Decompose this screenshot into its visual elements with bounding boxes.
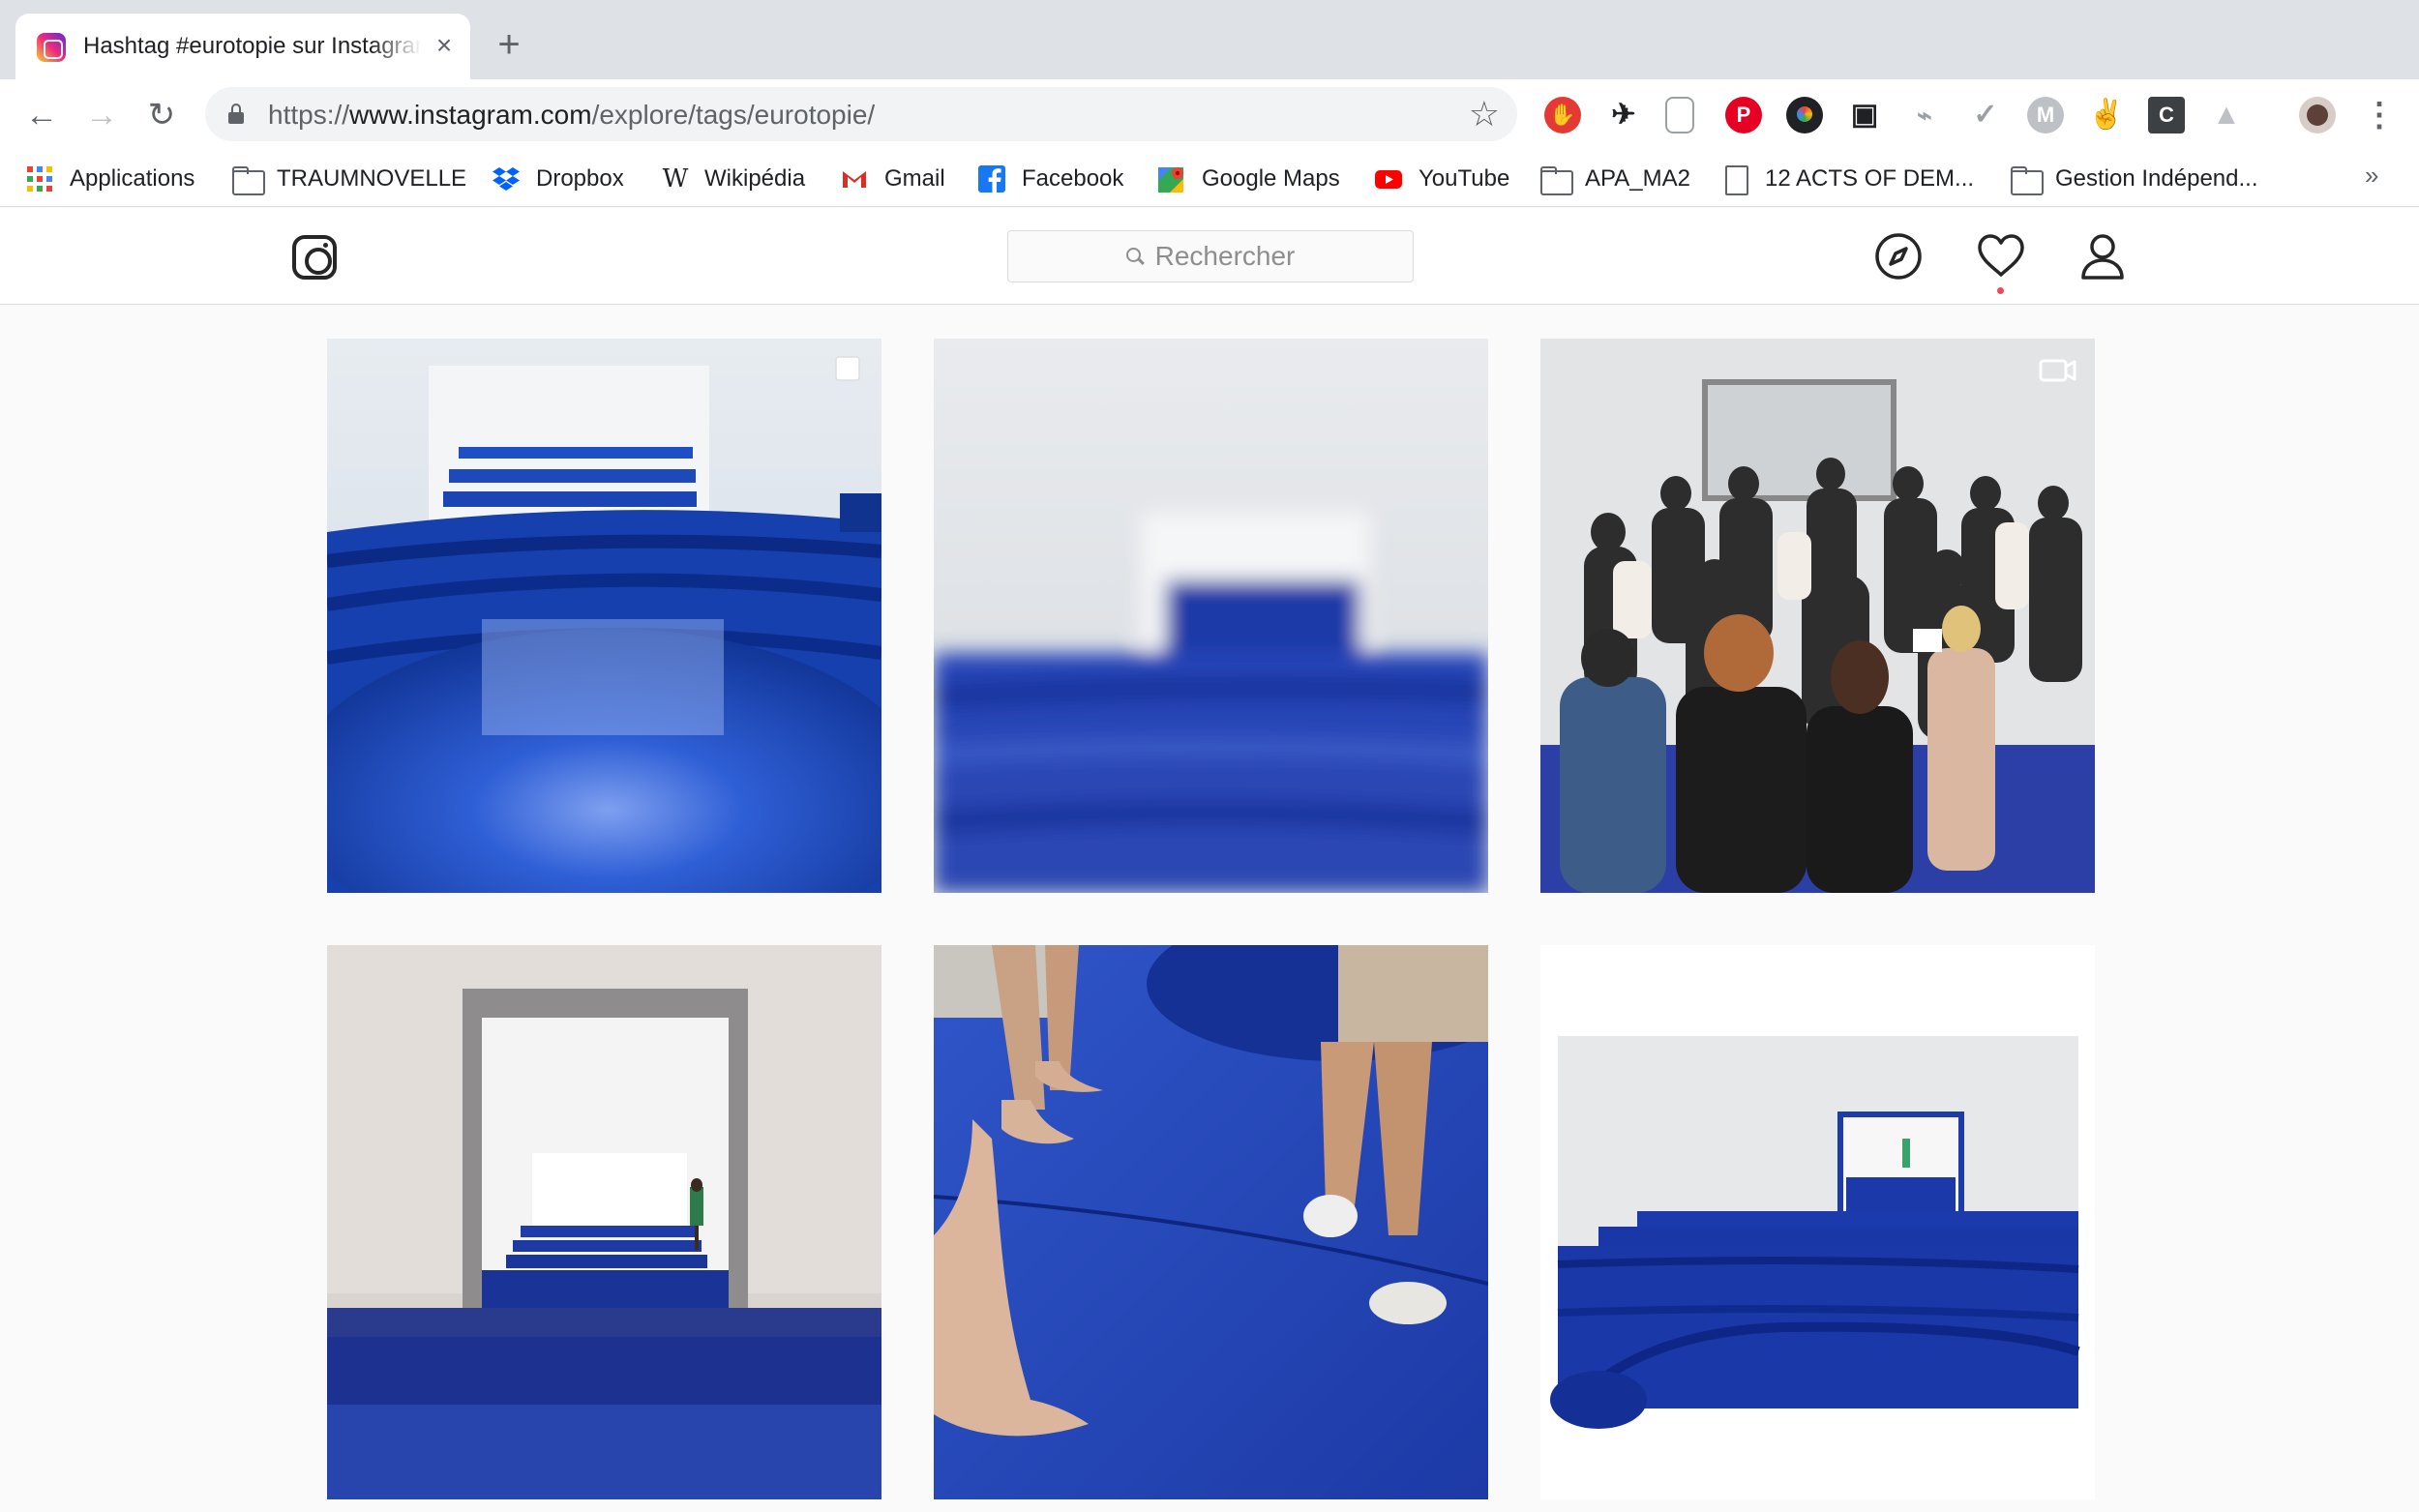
bookmark-label: Wikipédia [704, 165, 806, 192]
gallery-icon [835, 356, 860, 381]
m-extension-icon[interactable]: M [2027, 97, 2064, 133]
explore-compass-icon[interactable] [1871, 229, 1926, 283]
bookmarks-bar: Applications TRAUMNOVELLE Dropbox W Wikip… [0, 151, 2419, 207]
c-extension-icon[interactable]: C [2148, 97, 2185, 133]
bookmark-applications[interactable]: Applications [25, 161, 194, 197]
bookmark-facebook[interactable]: Facebook [977, 161, 1123, 197]
facebook-icon [977, 164, 1008, 193]
drive-extension-icon[interactable]: ▲ [2208, 97, 2245, 133]
screenshot-extension-icon[interactable]: ▣ [1846, 97, 1883, 133]
forward-icon[interactable]: → [81, 95, 122, 135]
activity-heart-icon[interactable] [1974, 229, 2028, 294]
post-image [934, 945, 1488, 1499]
bookmark-gestion[interactable]: Gestion Indépend... [2011, 161, 2257, 197]
search-icon [1125, 248, 1144, 265]
bookmark-apa-ma2[interactable]: APA_MA2 [1540, 161, 1690, 197]
gmail-icon [840, 164, 871, 193]
post-thumbnail[interactable] [327, 339, 881, 893]
document-icon [1720, 164, 1751, 195]
address-bar[interactable]: https://www.instagram.com/explore/tags/e… [205, 87, 1517, 141]
bookmark-youtube[interactable]: YouTube [1374, 161, 1509, 197]
profile-avatar[interactable] [2299, 97, 2336, 133]
more-bookmarks-button[interactable]: » [2365, 161, 2378, 191]
google-maps-icon [1157, 164, 1188, 193]
adblock-extension-icon[interactable]: ✋ [1544, 97, 1581, 133]
post-image [327, 339, 881, 893]
search-input[interactable]: Rechercher [1007, 230, 1414, 282]
bookmark-label: Facebook [1022, 165, 1124, 192]
apps-grid-icon [25, 164, 56, 193]
url-text: https://www.instagram.com/explore/tags/e… [268, 100, 876, 130]
lock-icon [228, 104, 244, 125]
bookmark-label: Gmail [884, 165, 945, 192]
search-placeholder: Rechercher [1154, 241, 1296, 271]
post-image [1540, 945, 2095, 1499]
post-thumbnail[interactable] [1540, 339, 2095, 893]
post-thumbnail[interactable] [934, 339, 1488, 893]
document-extension-icon[interactable] [1665, 97, 1694, 133]
bookmark-google-maps[interactable]: Google Maps [1157, 161, 1340, 197]
video-camera-icon [2039, 359, 2076, 382]
bookmark-wikipedia[interactable]: W Wikipédia [660, 161, 805, 197]
bookmark-label: Google Maps [1202, 165, 1340, 192]
tab-strip: Hashtag #eurotopie sur Instagram × + [0, 0, 2419, 79]
post-image [327, 945, 881, 1499]
youtube-icon [1374, 164, 1405, 193]
browser-tab[interactable]: Hashtag #eurotopie sur Instagram × [15, 14, 470, 79]
wikipedia-icon: W [662, 164, 689, 193]
bookmark-label: APA_MA2 [1585, 165, 1690, 192]
profile-user-icon[interactable] [2076, 229, 2130, 283]
folder-icon [2011, 164, 2044, 195]
bookmark-traumnovelle[interactable]: TRAUMNOVELLE [232, 161, 466, 197]
bookmark-gmail[interactable]: Gmail [840, 161, 945, 197]
back-icon[interactable]: ← [21, 95, 62, 135]
post-thumbnail[interactable] [1540, 945, 2095, 1499]
post-image [1540, 339, 2095, 893]
post-thumbnail[interactable] [934, 945, 1488, 1499]
browser-menu-icon[interactable]: ⋮ [2363, 95, 2396, 135]
browser-toolbar: ← → ↻ https://www.instagram.com/explore/… [0, 79, 2419, 151]
bookmark-dropbox[interactable]: Dropbox [492, 161, 624, 197]
bird-extension-icon[interactable]: ✈ [1605, 97, 1642, 133]
tab-close-icon[interactable]: × [430, 31, 459, 60]
instagram-favicon-icon [37, 33, 66, 62]
dropbox-icon [492, 164, 523, 193]
folder-icon [1540, 164, 1573, 195]
post-image [934, 339, 1488, 893]
bookmark-star-icon[interactable]: ☆ [1469, 95, 1500, 133]
bookmark-label: Applications [70, 165, 195, 192]
notification-dot [1997, 287, 2004, 294]
bookmark-label: YouTube [1419, 165, 1510, 192]
bookmark-label: Gestion Indépend... [2055, 165, 2258, 192]
bookmark-label: TRAUMNOVELLE [277, 165, 467, 192]
reload-icon[interactable]: ↻ [141, 95, 182, 135]
instagram-header: Rechercher [0, 208, 2419, 305]
pinterest-extension-icon[interactable]: P [1725, 97, 1762, 133]
map-extension-icon[interactable]: ⌁ [1906, 97, 1943, 133]
tab-title: Hashtag #eurotopie sur Instagram [83, 33, 422, 59]
folder-icon [232, 164, 265, 195]
bookmark-label: 12 ACTS OF DEM... [1765, 165, 1975, 192]
post-thumbnail[interactable] [327, 945, 881, 1499]
new-tab-button[interactable]: + [489, 25, 529, 66]
color-wheel-extension-icon[interactable] [1786, 97, 1823, 133]
instagram-logo-icon[interactable] [292, 235, 337, 280]
hand-extension-icon[interactable]: ✌ [2088, 97, 2125, 133]
bookmark-label: Dropbox [536, 165, 624, 192]
check-extension-icon[interactable]: ✓ [1967, 97, 2004, 133]
bookmark-12-acts[interactable]: 12 ACTS OF DEM... [1720, 161, 1974, 197]
